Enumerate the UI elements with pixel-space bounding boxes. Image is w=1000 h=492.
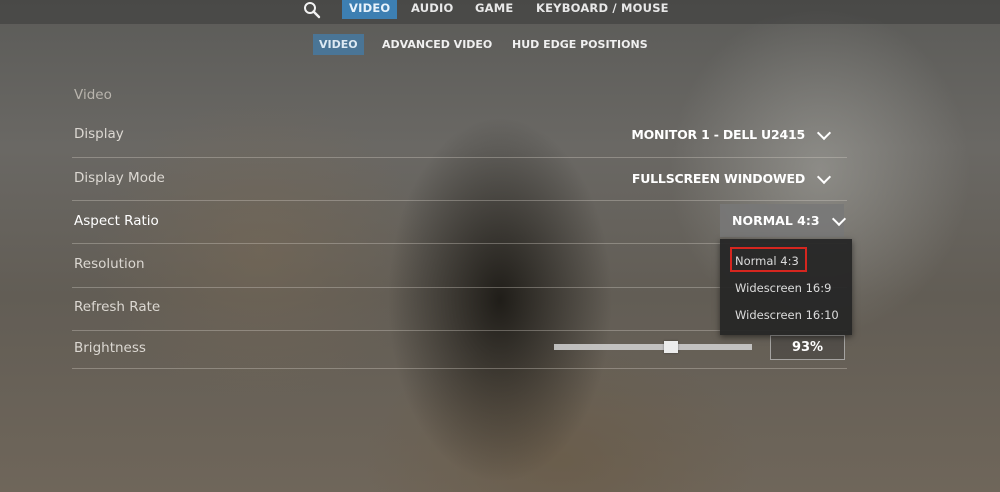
chevron-down-icon bbox=[816, 125, 832, 140]
setting-row-brightness: Brightness 93% bbox=[72, 330, 847, 369]
setting-row-display: Display MONITOR 1 - DELL U2415 bbox=[72, 114, 847, 158]
tab-video[interactable]: VIDEO bbox=[342, 0, 398, 19]
section-title: Video bbox=[74, 87, 112, 103]
select-value: MONITOR 1 - DELL U2415 bbox=[631, 127, 805, 142]
chevron-down-icon bbox=[831, 211, 846, 226]
tab-game[interactable]: GAME bbox=[475, 0, 513, 19]
setting-label: Brightness bbox=[74, 340, 146, 356]
setting-label: Refresh Rate bbox=[74, 299, 161, 315]
dropdown-option-widescreen-16-10[interactable]: Widescreen 16:10 bbox=[735, 308, 839, 322]
display-mode-select[interactable]: FULLSCREEN WINDOWED bbox=[631, 169, 832, 186]
select-value: NORMAL 4:3 bbox=[732, 213, 820, 228]
top-nav: VIDEO AUDIO GAME KEYBOARD / MOUSE bbox=[0, 0, 1000, 24]
dropdown-option-normal-4-3[interactable]: Normal 4:3 bbox=[735, 254, 799, 268]
tab-keyboard-mouse[interactable]: KEYBOARD / MOUSE bbox=[536, 0, 669, 19]
tab-audio[interactable]: AUDIO bbox=[411, 0, 454, 19]
slider-thumb[interactable] bbox=[663, 341, 678, 353]
dropdown-option-widescreen-16-9[interactable]: Widescreen 16:9 bbox=[735, 281, 831, 295]
setting-label: Display bbox=[74, 126, 124, 142]
search-icon[interactable] bbox=[303, 1, 321, 19]
setting-label: Resolution bbox=[74, 256, 145, 272]
subtab-advanced-video[interactable]: ADVANCED VIDEO bbox=[382, 34, 492, 55]
brightness-value-field[interactable]: 93% bbox=[770, 335, 845, 360]
setting-label: Aspect Ratio bbox=[74, 213, 159, 229]
setting-row-display-mode: Display Mode FULLSCREEN WINDOWED bbox=[72, 157, 847, 201]
aspect-ratio-select[interactable]: NORMAL 4:3 bbox=[720, 204, 846, 237]
setting-row-aspect-ratio: Aspect Ratio NORMAL 4:3 bbox=[72, 200, 847, 244]
select-value: FULLSCREEN WINDOWED bbox=[631, 171, 805, 186]
display-select[interactable]: MONITOR 1 - DELL U2415 bbox=[631, 125, 832, 142]
aspect-ratio-dropdown: Normal 4:3 Widescreen 16:9 Widescreen 16… bbox=[720, 239, 852, 335]
subtab-hud-edge-positions[interactable]: HUD EDGE POSITIONS bbox=[512, 34, 648, 55]
brightness-slider[interactable] bbox=[554, 341, 752, 353]
setting-label: Display Mode bbox=[74, 170, 165, 186]
chevron-down-icon bbox=[816, 169, 832, 184]
subtab-video[interactable]: VIDEO bbox=[313, 34, 364, 55]
